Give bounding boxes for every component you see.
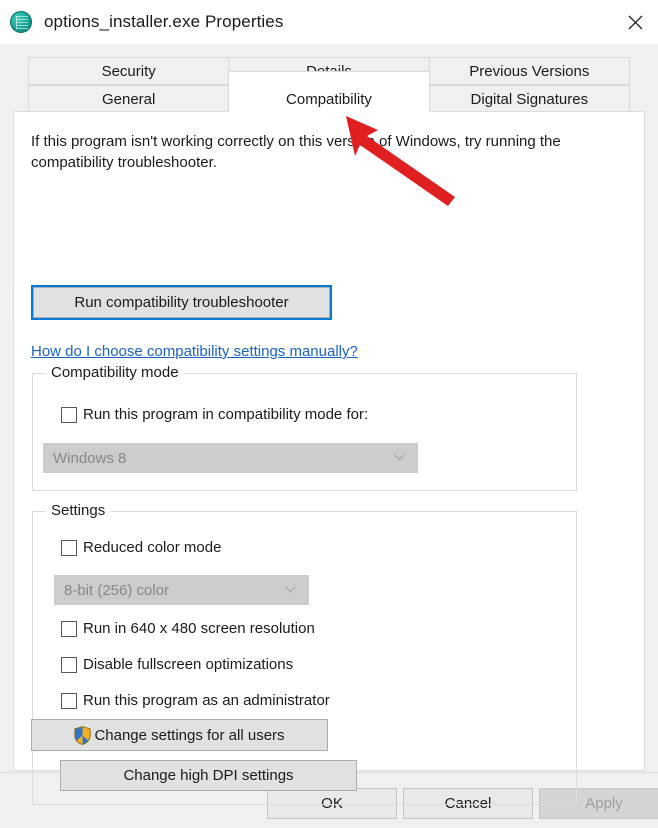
checkbox-label: Run this program in compatibility mode f… — [83, 406, 369, 423]
checkbox-run-as-administrator[interactable]: Run this program as an administrator — [61, 692, 330, 709]
tab-row-2: General Compatibility Digital Signatures — [28, 71, 630, 113]
run-compatibility-troubleshooter-button[interactable]: Run compatibility troubleshooter — [31, 285, 332, 320]
checkbox-reduced-color-mode[interactable]: Reduced color mode — [61, 539, 221, 556]
compatibility-help-link[interactable]: How do I choose compatibility settings m… — [31, 343, 358, 360]
uac-shield-icon — [74, 725, 92, 745]
compatibility-mode-group: Compatibility mode — [32, 364, 577, 491]
tab-digital-signatures[interactable]: Digital Signatures — [429, 85, 630, 113]
checkbox-box[interactable] — [61, 406, 77, 423]
checkbox-label: Run in 640 x 480 screen resolution — [83, 620, 315, 637]
chevron-down-icon — [394, 454, 405, 461]
checkbox-box[interactable] — [61, 620, 77, 637]
change-high-dpi-settings-button[interactable]: Change high DPI settings — [60, 760, 357, 791]
app-icon — [10, 11, 32, 33]
color-depth-dropdown[interactable]: 8-bit (256) color — [54, 575, 309, 605]
close-icon[interactable] — [612, 0, 658, 44]
tab-general[interactable]: General — [28, 85, 230, 113]
settings-group-title: Settings — [46, 502, 111, 519]
all-users-button-label: Change settings for all users — [94, 726, 285, 744]
checkbox-box[interactable] — [61, 656, 77, 673]
checkbox-run-in-compatibility-mode[interactable]: Run this program in compatibility mode f… — [61, 406, 368, 423]
tab-previous-versions[interactable]: Previous Versions — [429, 57, 630, 85]
properties-dialog: options_installer.exe Properties Securit… — [0, 0, 658, 828]
tab-strip: Security Details Previous Versions Gener… — [0, 44, 658, 114]
compatibility-mode-group-title: Compatibility mode — [46, 364, 184, 381]
color-depth-value: 8-bit (256) color — [64, 581, 170, 599]
checkbox-box[interactable] — [61, 539, 77, 556]
checkbox-label: Disable fullscreen optimizations — [83, 656, 294, 673]
chevron-down-icon — [285, 586, 296, 593]
checkbox-disable-fullscreen-optimizations[interactable]: Disable fullscreen optimizations — [61, 656, 293, 673]
tab-security[interactable]: Security — [28, 57, 230, 85]
compatibility-panel: If this program isn't working correctly … — [13, 111, 645, 805]
checkbox-640x480-resolution[interactable]: Run in 640 x 480 screen resolution — [61, 620, 315, 637]
panel-description: If this program isn't working correctly … — [31, 133, 561, 171]
window-title: options_installer.exe Properties — [44, 12, 284, 31]
change-settings-for-all-users-button[interactable]: Change settings for all users — [31, 719, 328, 751]
title-bar: options_installer.exe Properties — [0, 0, 658, 44]
checkbox-label: Reduced color mode — [83, 539, 222, 556]
tab-compatibility[interactable]: Compatibility — [229, 71, 430, 113]
checkbox-label: Run this program as an administrator — [83, 692, 330, 709]
compatibility-os-value: Windows 8 — [53, 449, 127, 467]
compatibility-os-dropdown[interactable]: Windows 8 — [43, 443, 418, 473]
checkbox-box[interactable] — [61, 692, 77, 709]
